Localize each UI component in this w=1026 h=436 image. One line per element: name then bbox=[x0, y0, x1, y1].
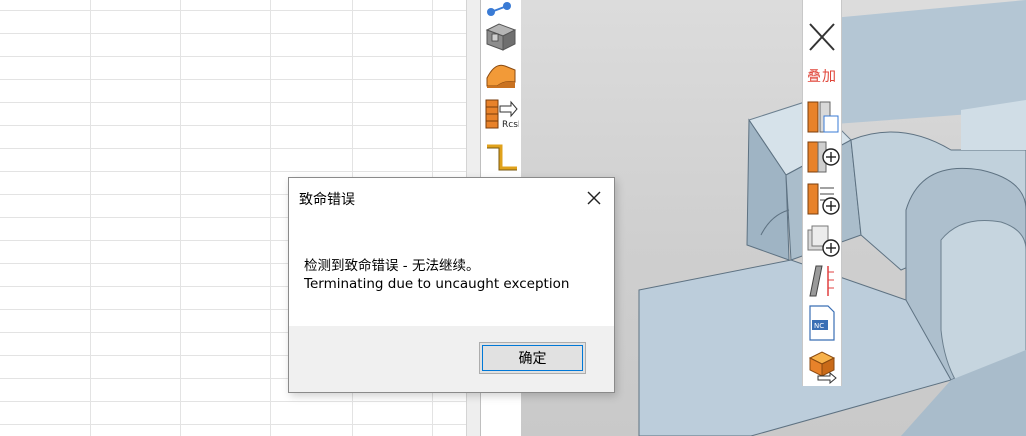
tool-list-add-icon[interactable] bbox=[804, 180, 840, 218]
overlay-button[interactable]: 叠加 bbox=[803, 66, 841, 86]
grid-row-line bbox=[0, 171, 466, 172]
transfer-output-icon[interactable] bbox=[804, 346, 840, 385]
ok-button[interactable]: 确定 bbox=[479, 342, 586, 374]
surface-icon[interactable] bbox=[483, 56, 519, 92]
nc-file-icon[interactable]: NC bbox=[804, 304, 840, 342]
tool-path-export-icon[interactable]: RcsF bbox=[483, 96, 523, 132]
close-x-icon[interactable] bbox=[804, 18, 840, 56]
grid-row-line bbox=[0, 148, 466, 149]
grid-column-line bbox=[90, 0, 91, 436]
grid-row-line bbox=[0, 10, 466, 11]
grid-row-line bbox=[0, 102, 466, 103]
fatal-error-dialog: 致命错误 检测到致命错误 - 无法继续。 Terminating due to … bbox=[288, 177, 615, 393]
svg-text:RcsF: RcsF bbox=[502, 120, 519, 130]
tool-add-copy-icon[interactable] bbox=[804, 98, 840, 136]
dialog-title: 致命错误 bbox=[299, 192, 355, 208]
grid-row-line bbox=[0, 125, 466, 126]
grid-row-line bbox=[0, 33, 466, 34]
right-toolbar: 叠加 NC bbox=[802, 0, 842, 386]
grid-row-line bbox=[0, 424, 466, 425]
dialog-body: 检测到致命错误 - 无法继续。 Terminating due to uncau… bbox=[289, 216, 614, 326]
tool-add-icon[interactable] bbox=[804, 138, 840, 176]
ok-button-label: 确定 bbox=[518, 351, 547, 367]
grid-column-line bbox=[180, 0, 181, 436]
workpiece-block-icon[interactable] bbox=[483, 18, 519, 54]
grid-row-line bbox=[0, 401, 466, 402]
grid-row-line bbox=[0, 79, 466, 80]
error-message-chinese: 检测到致命错误 - 无法继续。 bbox=[304, 258, 480, 274]
layer-add-icon[interactable] bbox=[804, 222, 840, 260]
grid-row-line bbox=[0, 56, 466, 57]
grid-column-line bbox=[270, 0, 271, 436]
error-message-english: Terminating due to uncaught exception bbox=[304, 276, 570, 292]
dialog-footer: 确定 bbox=[289, 326, 614, 392]
tool-length-icon[interactable] bbox=[804, 262, 840, 300]
close-icon[interactable] bbox=[582, 186, 606, 210]
svg-text:NC: NC bbox=[814, 322, 824, 330]
path-step-icon[interactable] bbox=[483, 140, 519, 176]
